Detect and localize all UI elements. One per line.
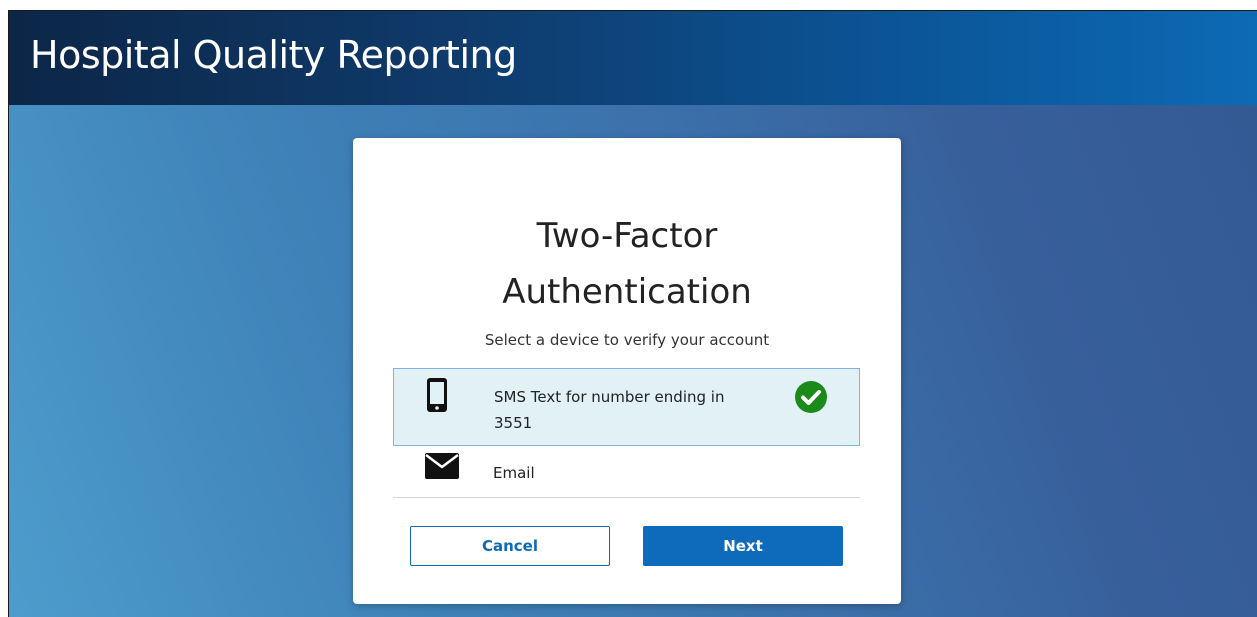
card-subtitle: Select a device to verify your account bbox=[484, 331, 770, 349]
app-title: Hospital Quality Reporting bbox=[30, 33, 517, 77]
card-title-line2: Authentication bbox=[502, 272, 752, 312]
device-label-email: Email bbox=[493, 464, 535, 482]
device-option-sms[interactable]: SMS Text for number ending in 3551 bbox=[393, 368, 860, 446]
next-button[interactable]: Next bbox=[643, 526, 843, 566]
device-option-email[interactable]: Email bbox=[393, 446, 860, 498]
app-frame: Hospital Quality Reporting Two-Factor Au… bbox=[8, 10, 1257, 617]
device-list: SMS Text for number ending in 3551 Email bbox=[393, 368, 860, 498]
checkmark-circle-icon bbox=[794, 380, 828, 418]
device-label-sms: SMS Text for number ending in 3551 bbox=[494, 384, 764, 436]
device-label-sms-line2: 3551 bbox=[494, 414, 533, 432]
two-factor-card: Two-Factor Authentication Select a devic… bbox=[353, 138, 901, 604]
cancel-button[interactable]: Cancel bbox=[410, 526, 610, 566]
card-title-line1: Two-Factor bbox=[536, 216, 718, 256]
mobile-phone-icon bbox=[426, 377, 448, 417]
card-title: Two-Factor Authentication bbox=[353, 208, 901, 320]
envelope-icon bbox=[425, 453, 459, 483]
device-label-sms-line1: SMS Text for number ending in bbox=[494, 388, 725, 406]
app-header: Hospital Quality Reporting bbox=[9, 11, 1257, 105]
